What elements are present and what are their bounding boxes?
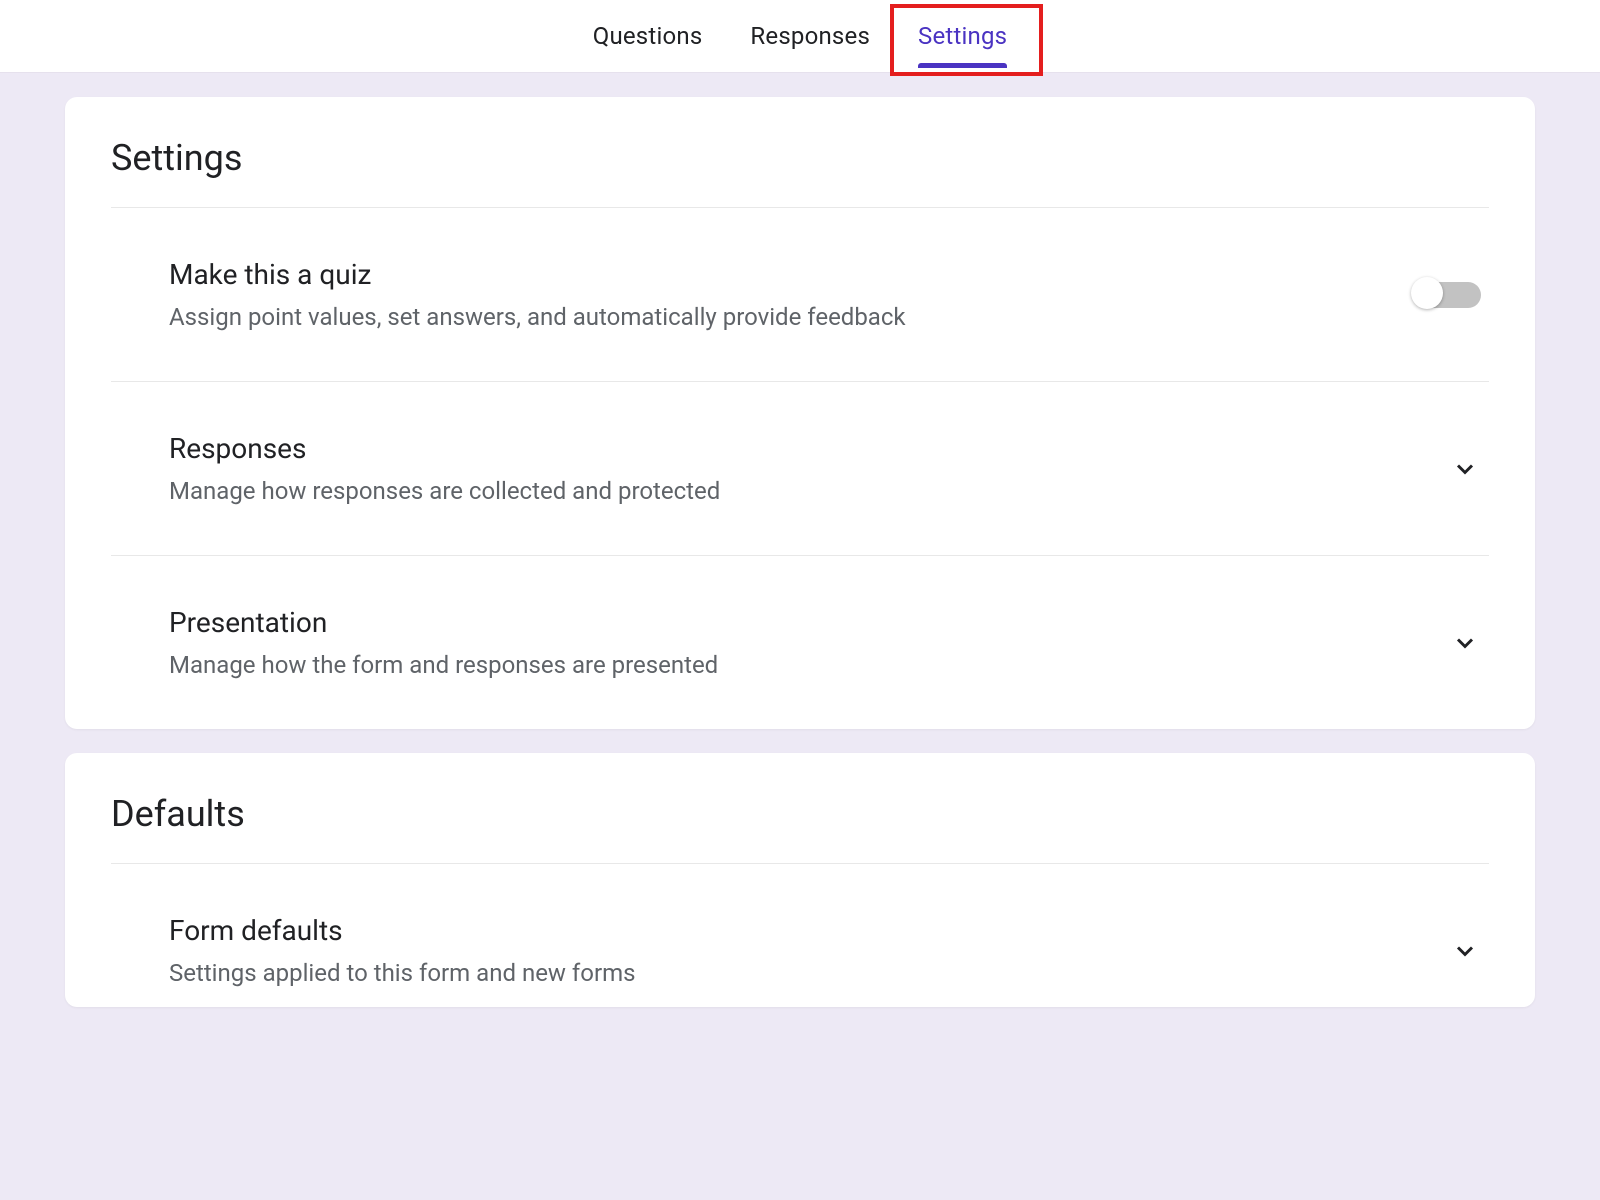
chevron-down-icon[interactable] — [1449, 935, 1481, 967]
chevron-down-icon[interactable] — [1449, 627, 1481, 659]
setting-form-defaults-desc: Settings applied to this form and new fo… — [169, 959, 1449, 987]
setting-quiz-row: Make this a quiz Assign point values, se… — [111, 208, 1489, 382]
setting-responses-text: Responses Manage how responses are colle… — [169, 432, 1449, 505]
setting-presentation-desc: Manage how the form and responses are pr… — [169, 651, 1449, 679]
setting-presentation-row[interactable]: Presentation Manage how the form and res… — [111, 556, 1489, 689]
setting-presentation-title: Presentation — [169, 606, 1449, 639]
tab-questions[interactable]: Questions — [593, 0, 703, 72]
settings-card-title: Settings — [111, 137, 1489, 208]
setting-presentation-text: Presentation Manage how the form and res… — [169, 606, 1449, 679]
settings-card: Settings Make this a quiz Assign point v… — [65, 97, 1535, 729]
top-nav-bar: Questions Responses Settings — [0, 0, 1600, 73]
chevron-down-icon[interactable] — [1449, 453, 1481, 485]
setting-form-defaults-text: Form defaults Settings applied to this f… — [169, 914, 1449, 987]
tab-responses[interactable]: Responses — [750, 0, 870, 72]
quiz-toggle[interactable] — [1413, 282, 1481, 308]
setting-responses-desc: Manage how responses are collected and p… — [169, 477, 1449, 505]
tab-settings[interactable]: Settings — [918, 0, 1007, 72]
setting-form-defaults-row[interactable]: Form defaults Settings applied to this f… — [111, 864, 1489, 997]
setting-quiz-text: Make this a quiz Assign point values, se… — [169, 258, 1413, 331]
defaults-card-title: Defaults — [111, 793, 1489, 864]
setting-responses-row[interactable]: Responses Manage how responses are colle… — [111, 382, 1489, 556]
tabs-container: Questions Responses Settings — [593, 0, 1008, 72]
setting-form-defaults-title: Form defaults — [169, 914, 1449, 947]
setting-quiz-title: Make this a quiz — [169, 258, 1413, 291]
defaults-card: Defaults Form defaults Settings applied … — [65, 753, 1535, 1007]
content-area: Settings Make this a quiz Assign point v… — [0, 73, 1600, 1007]
setting-quiz-desc: Assign point values, set answers, and au… — [169, 303, 1413, 331]
setting-responses-title: Responses — [169, 432, 1449, 465]
toggle-knob — [1411, 277, 1443, 309]
